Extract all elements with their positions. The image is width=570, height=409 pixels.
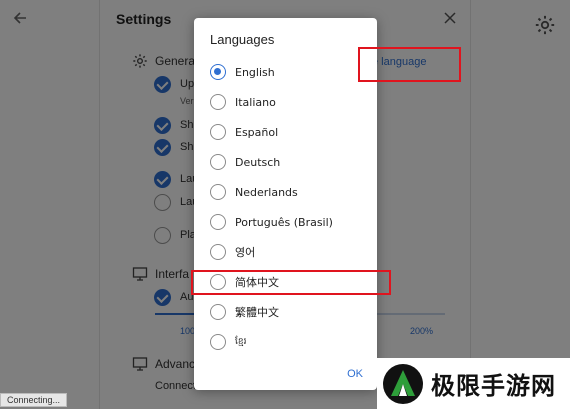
language-option-portugues[interactable]: Português (Brasil) bbox=[210, 212, 333, 232]
language-option-nederlands[interactable]: Nederlands bbox=[210, 182, 298, 202]
language-label: Nederlands bbox=[235, 185, 298, 199]
ok-button[interactable]: OK bbox=[347, 368, 363, 380]
language-label: 영어 bbox=[235, 246, 256, 259]
dialog-title: Languages bbox=[210, 32, 275, 47]
radio-selected-icon[interactable] bbox=[210, 64, 226, 80]
radio-icon[interactable] bbox=[210, 214, 226, 230]
language-label: Español bbox=[235, 125, 279, 139]
language-label: English bbox=[235, 65, 275, 79]
language-label: ខ្មែរ bbox=[235, 336, 247, 347]
connecting-status: Connecting... bbox=[0, 393, 68, 407]
radio-icon[interactable] bbox=[210, 184, 226, 200]
language-option-korean[interactable]: 영어 bbox=[210, 242, 255, 262]
language-label: Italiano bbox=[235, 95, 276, 109]
language-option-italiano[interactable]: Italiano bbox=[210, 92, 276, 112]
radio-icon[interactable] bbox=[210, 154, 226, 170]
language-option-khmer[interactable]: ខ្មែរ bbox=[210, 332, 246, 352]
language-label: Deutsch bbox=[235, 155, 281, 169]
radio-icon[interactable] bbox=[210, 304, 226, 320]
watermark-logo-icon bbox=[383, 363, 423, 404]
languages-dialog: Languages English Italiano Español Deuts… bbox=[194, 18, 377, 390]
language-option-deutsch[interactable]: Deutsch bbox=[210, 152, 280, 172]
language-option-simplified-chinese[interactable]: 简体中文 bbox=[210, 272, 279, 292]
language-label: Português (Brasil) bbox=[235, 215, 333, 229]
watermark-text: 极限手游网 bbox=[431, 372, 556, 400]
language-option-espanol[interactable]: Español bbox=[210, 122, 278, 142]
watermark: 极限手游网 bbox=[377, 358, 570, 409]
radio-icon[interactable] bbox=[210, 94, 226, 110]
radio-icon[interactable] bbox=[210, 124, 226, 140]
language-label: 繁體中文 bbox=[235, 306, 279, 319]
radio-icon[interactable] bbox=[210, 274, 226, 290]
radio-icon[interactable] bbox=[210, 334, 226, 350]
radio-icon[interactable] bbox=[210, 244, 226, 260]
language-label: 简体中文 bbox=[235, 276, 279, 289]
language-option-english[interactable]: English bbox=[210, 62, 275, 82]
language-option-traditional-chinese[interactable]: 繁體中文 bbox=[210, 302, 279, 322]
